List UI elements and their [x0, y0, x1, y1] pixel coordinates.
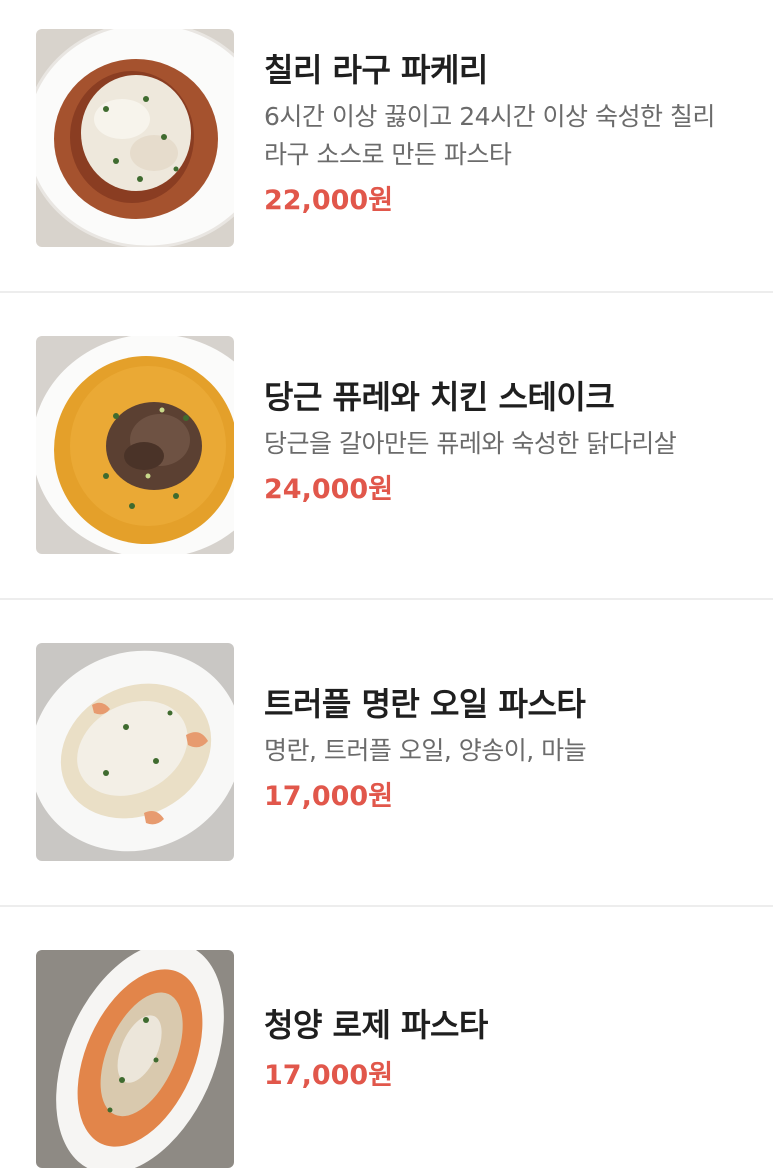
pasta-dish-photo-icon — [36, 643, 234, 861]
menu-item-price: 24,000원 — [264, 474, 394, 505]
pasta-dish-photo-icon — [36, 29, 234, 247]
menu-item-description: 명란, 트러플 오일, 양송이, 마늘 — [264, 736, 587, 765]
menu-item-photo — [36, 336, 234, 554]
menu-item-price: 17,000원 — [264, 1060, 394, 1091]
menu-item-name: 트러플 명란 오일 파스타 — [264, 685, 586, 723]
menu-item-info: 당근 퓨레와 치킨 스테이크 당근을 갈아만든 퓨레와 숙성한 닭다리살 24,… — [264, 375, 744, 509]
menu-item-name: 칠리 라구 파케리 — [264, 51, 488, 89]
menu-item-cheongyang-rose-pasta[interactable]: 청양 로제 파스타 17,000원 — [0, 907, 773, 1175]
menu-item-truffle-mentaiko-oil-pasta[interactable]: 트러플 명란 오일 파스타 명란, 트러플 오일, 양송이, 마늘 17,000… — [0, 600, 773, 906]
menu-item-photo — [36, 29, 234, 247]
menu-item-description: 당근을 갈아만든 퓨레와 숙성한 닭다리살 — [264, 429, 677, 458]
menu-item-carrot-puree-chicken-steak[interactable]: 당근 퓨레와 치킨 스테이크 당근을 갈아만든 퓨레와 숙성한 닭다리살 24,… — [0, 293, 773, 599]
menu-item-info: 칠리 라구 파케리 6시간 이상 끓이고 24시간 이상 숙성한 칠리 라구 소… — [264, 48, 744, 220]
menu-list: 칠리 라구 파케리 6시간 이상 끓이고 24시간 이상 숙성한 칠리 라구 소… — [0, 0, 773, 1175]
menu-item-photo — [36, 643, 234, 861]
menu-item-chili-ragu-paccheri[interactable]: 칠리 라구 파케리 6시간 이상 끓이고 24시간 이상 숙성한 칠리 라구 소… — [0, 0, 773, 292]
menu-item-photo — [36, 950, 234, 1168]
chicken-dish-photo-icon — [36, 336, 234, 554]
menu-item-price: 17,000원 — [264, 781, 394, 812]
menu-item-info: 청양 로제 파스타 17,000원 — [264, 1003, 744, 1095]
menu-item-name: 당근 퓨레와 치킨 스테이크 — [264, 378, 615, 416]
menu-item-price: 22,000원 — [264, 185, 394, 216]
menu-item-description: 6시간 이상 끓이고 24시간 이상 숙성한 칠리 라구 소스로 만든 파스타 — [264, 102, 715, 169]
menu-item-info: 트러플 명란 오일 파스타 명란, 트러플 오일, 양송이, 마늘 17,000… — [264, 682, 744, 816]
menu-item-name: 청양 로제 파스타 — [264, 1006, 488, 1044]
pasta-dish-photo-icon — [36, 950, 234, 1168]
